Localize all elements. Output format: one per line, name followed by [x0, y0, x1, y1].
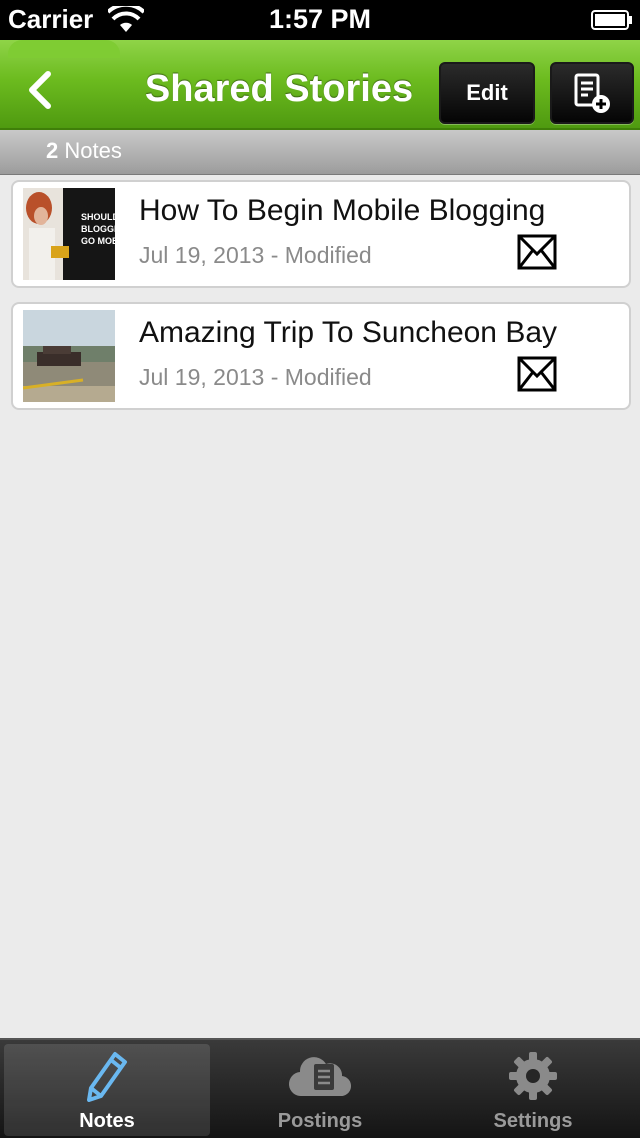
new-note-button[interactable]	[550, 62, 634, 124]
tab-settings[interactable]: Settings	[430, 1044, 636, 1136]
navigation-bar: Shared Stories Edit	[0, 40, 640, 130]
note-list-item[interactable]: SHOULD BLOGGER GO MOBI How To Begin Mobi…	[11, 180, 631, 288]
note-date: Jul 19, 2013 - Modified	[139, 242, 372, 268]
tab-label: Settings	[493, 1110, 573, 1132]
add-note-icon	[574, 73, 610, 113]
thumb-caption-line: BLOGGER	[81, 224, 115, 234]
tab-label: Postings	[277, 1110, 363, 1132]
tab-notes[interactable]: Notes	[4, 1044, 210, 1136]
page-title: Shared Stories	[144, 68, 414, 110]
notes-count: 2 Notes	[46, 138, 122, 164]
mail-icon[interactable]	[517, 234, 557, 270]
thumb-caption-line: SHOULD	[81, 212, 115, 222]
chevron-left-icon	[29, 71, 51, 109]
status-bar: Carrier 1:57 PM	[0, 0, 640, 40]
note-title: How To Begin Mobile Blogging	[139, 194, 546, 227]
status-time: 1:57 PM	[268, 4, 372, 34]
mail-icon[interactable]	[517, 356, 557, 392]
gear-icon	[509, 1052, 557, 1100]
thumb-caption-line: GO MOBI	[81, 236, 115, 246]
nav-folder-tab	[8, 40, 120, 58]
note-title: Amazing Trip To Suncheon Bay	[139, 316, 558, 349]
notes-count-bar: 2 Notes	[0, 130, 640, 175]
battery-icon	[591, 10, 632, 30]
note-thumbnail: SHOULD BLOGGER GO MOBI	[23, 188, 115, 280]
tab-bar: Notes Postings Settings	[0, 1038, 640, 1138]
note-thumbnail	[23, 310, 115, 402]
back-button[interactable]	[20, 68, 64, 112]
cloud-document-icon	[288, 1057, 352, 1097]
edit-button[interactable]: Edit	[439, 62, 535, 124]
tab-postings[interactable]: Postings	[217, 1044, 423, 1136]
note-list-item[interactable]: Amazing Trip To Suncheon Bay Jul 19, 201…	[11, 302, 631, 410]
tab-label: Notes	[79, 1110, 135, 1132]
pencil-icon	[87, 1052, 127, 1102]
notes-count-number: 2	[46, 138, 59, 163]
notes-count-label: Notes	[64, 138, 122, 163]
note-date: Jul 19, 2013 - Modified	[139, 364, 372, 390]
